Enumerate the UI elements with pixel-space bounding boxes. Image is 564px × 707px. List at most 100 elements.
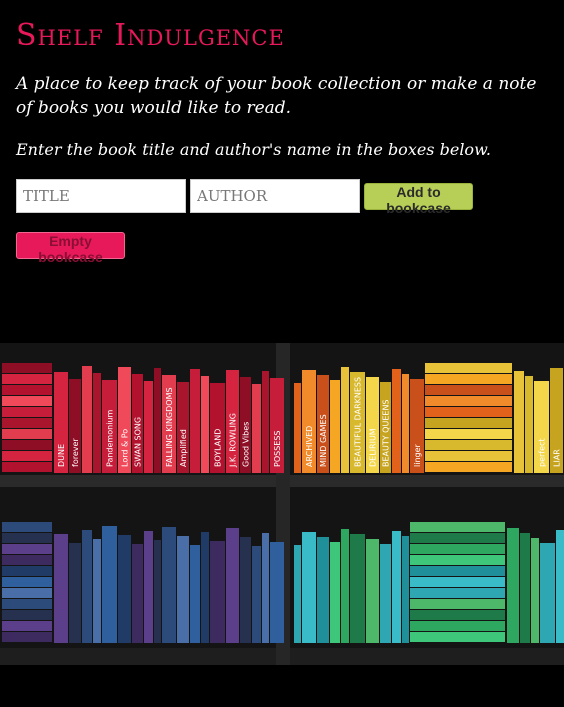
book-spine [540, 543, 555, 643]
book-spine [410, 566, 505, 576]
page-title: Shelf Indulgence [16, 18, 285, 53]
book-spine [132, 544, 143, 643]
book-spine [262, 533, 269, 643]
book-spine [410, 577, 505, 587]
book-spine-label: Lord & Po [121, 429, 130, 467]
book-spine-label: linger [413, 443, 422, 467]
book-spine-label: LIAR [553, 449, 562, 467]
book-spine [425, 451, 512, 461]
book-spine-label: BEAUTIFUL DARKNESS [354, 377, 363, 467]
book-spine [154, 540, 161, 643]
book-spine [514, 371, 524, 473]
book-spine [2, 566, 52, 576]
book-spine [262, 371, 269, 473]
book-spine [82, 530, 92, 643]
book-spine [410, 544, 505, 554]
book-spine [2, 440, 52, 450]
book-spine [425, 385, 512, 395]
book-spine [350, 534, 365, 643]
book-spine [425, 374, 512, 384]
book-spine [392, 531, 401, 643]
book-spine [425, 462, 512, 472]
book-spine [2, 533, 52, 543]
book-spine [252, 384, 261, 473]
book-spine-label: BOYLAND [214, 429, 223, 467]
book-spine-label: Good Vibes [242, 422, 251, 467]
book-spine-label: BEAUTY QUEENS [382, 399, 391, 467]
book-spine [93, 539, 101, 643]
book-spine [556, 530, 564, 643]
book-spine [425, 418, 512, 428]
book-spine [2, 451, 52, 461]
book-spine [410, 588, 505, 598]
book-spine [330, 542, 340, 643]
book-spine [2, 462, 52, 472]
book-spine [425, 363, 512, 373]
author-input[interactable] [190, 179, 360, 213]
page: Shelf Indulgence A place to keep track o… [0, 0, 564, 707]
book-spine [2, 555, 52, 565]
book-spine [201, 532, 209, 643]
book-spine [2, 621, 52, 631]
book-spine [410, 599, 505, 609]
book-spine [410, 621, 505, 631]
book-spine [2, 522, 52, 532]
book-spine [425, 440, 512, 450]
book-spine [118, 535, 131, 643]
book-spine-label: SWAN SONG [134, 417, 143, 467]
book-spine [294, 383, 301, 473]
book-spine [341, 529, 349, 643]
book-spine [201, 376, 209, 473]
book-spine [144, 381, 153, 473]
book-spine [507, 528, 519, 643]
book-spine [425, 396, 512, 406]
book-spine [366, 539, 379, 643]
book-spine [210, 541, 225, 643]
book-spine [341, 367, 349, 473]
book-spine-label: forever [71, 438, 80, 467]
book-spine [410, 610, 505, 620]
book-spine [226, 528, 239, 643]
book-spine [240, 537, 251, 643]
book-spine [252, 546, 261, 643]
book-spine [2, 374, 52, 384]
book-spine [410, 522, 505, 532]
book-spine [177, 536, 189, 643]
book-spine [2, 429, 52, 439]
book-spine [531, 538, 539, 643]
bookshelf-illustration: DUNE forever Pandemonium Lord & Po SWAN SONG… [0, 343, 564, 665]
book-spine-label: perfect [538, 438, 547, 467]
empty-bookcase-button[interactable]: Empty bookcase [16, 232, 125, 265]
book-spine [2, 588, 52, 598]
book-spine [144, 531, 153, 643]
book-spine [2, 418, 52, 428]
book-spine [54, 534, 68, 643]
book-spine [270, 542, 284, 643]
book-spine [93, 373, 101, 473]
book-spine [2, 610, 52, 620]
book-spine [410, 555, 505, 565]
add-to-bookcase-button[interactable]: Add to bookcase [364, 183, 473, 216]
instructions-text: Enter the book title and author's name i… [16, 140, 491, 159]
book-spine [2, 544, 52, 554]
book-spine [190, 545, 200, 643]
book-spine-label: POSSESS [273, 431, 282, 468]
intro-text: A place to keep track of your book colle… [16, 74, 537, 118]
book-spine [392, 369, 401, 473]
book-spine [402, 374, 409, 473]
book-spine [2, 577, 52, 587]
book-spine [410, 632, 505, 642]
book-spine-label: DELIRIUM [369, 428, 378, 467]
book-spine [2, 632, 52, 642]
book-spine [425, 429, 512, 439]
bookcase-image: DUNE forever Pandemonium Lord & Po SWAN SONG… [0, 343, 564, 665]
book-spine [2, 385, 52, 395]
book-spine [525, 376, 533, 473]
book-spine [154, 368, 161, 473]
book-spine [425, 407, 512, 417]
book-spine [2, 599, 52, 609]
title-input[interactable] [16, 179, 186, 213]
book-spine-label: Amplified [179, 429, 188, 467]
book-spine-label: DUNE [57, 444, 66, 467]
book-spine [317, 537, 329, 643]
